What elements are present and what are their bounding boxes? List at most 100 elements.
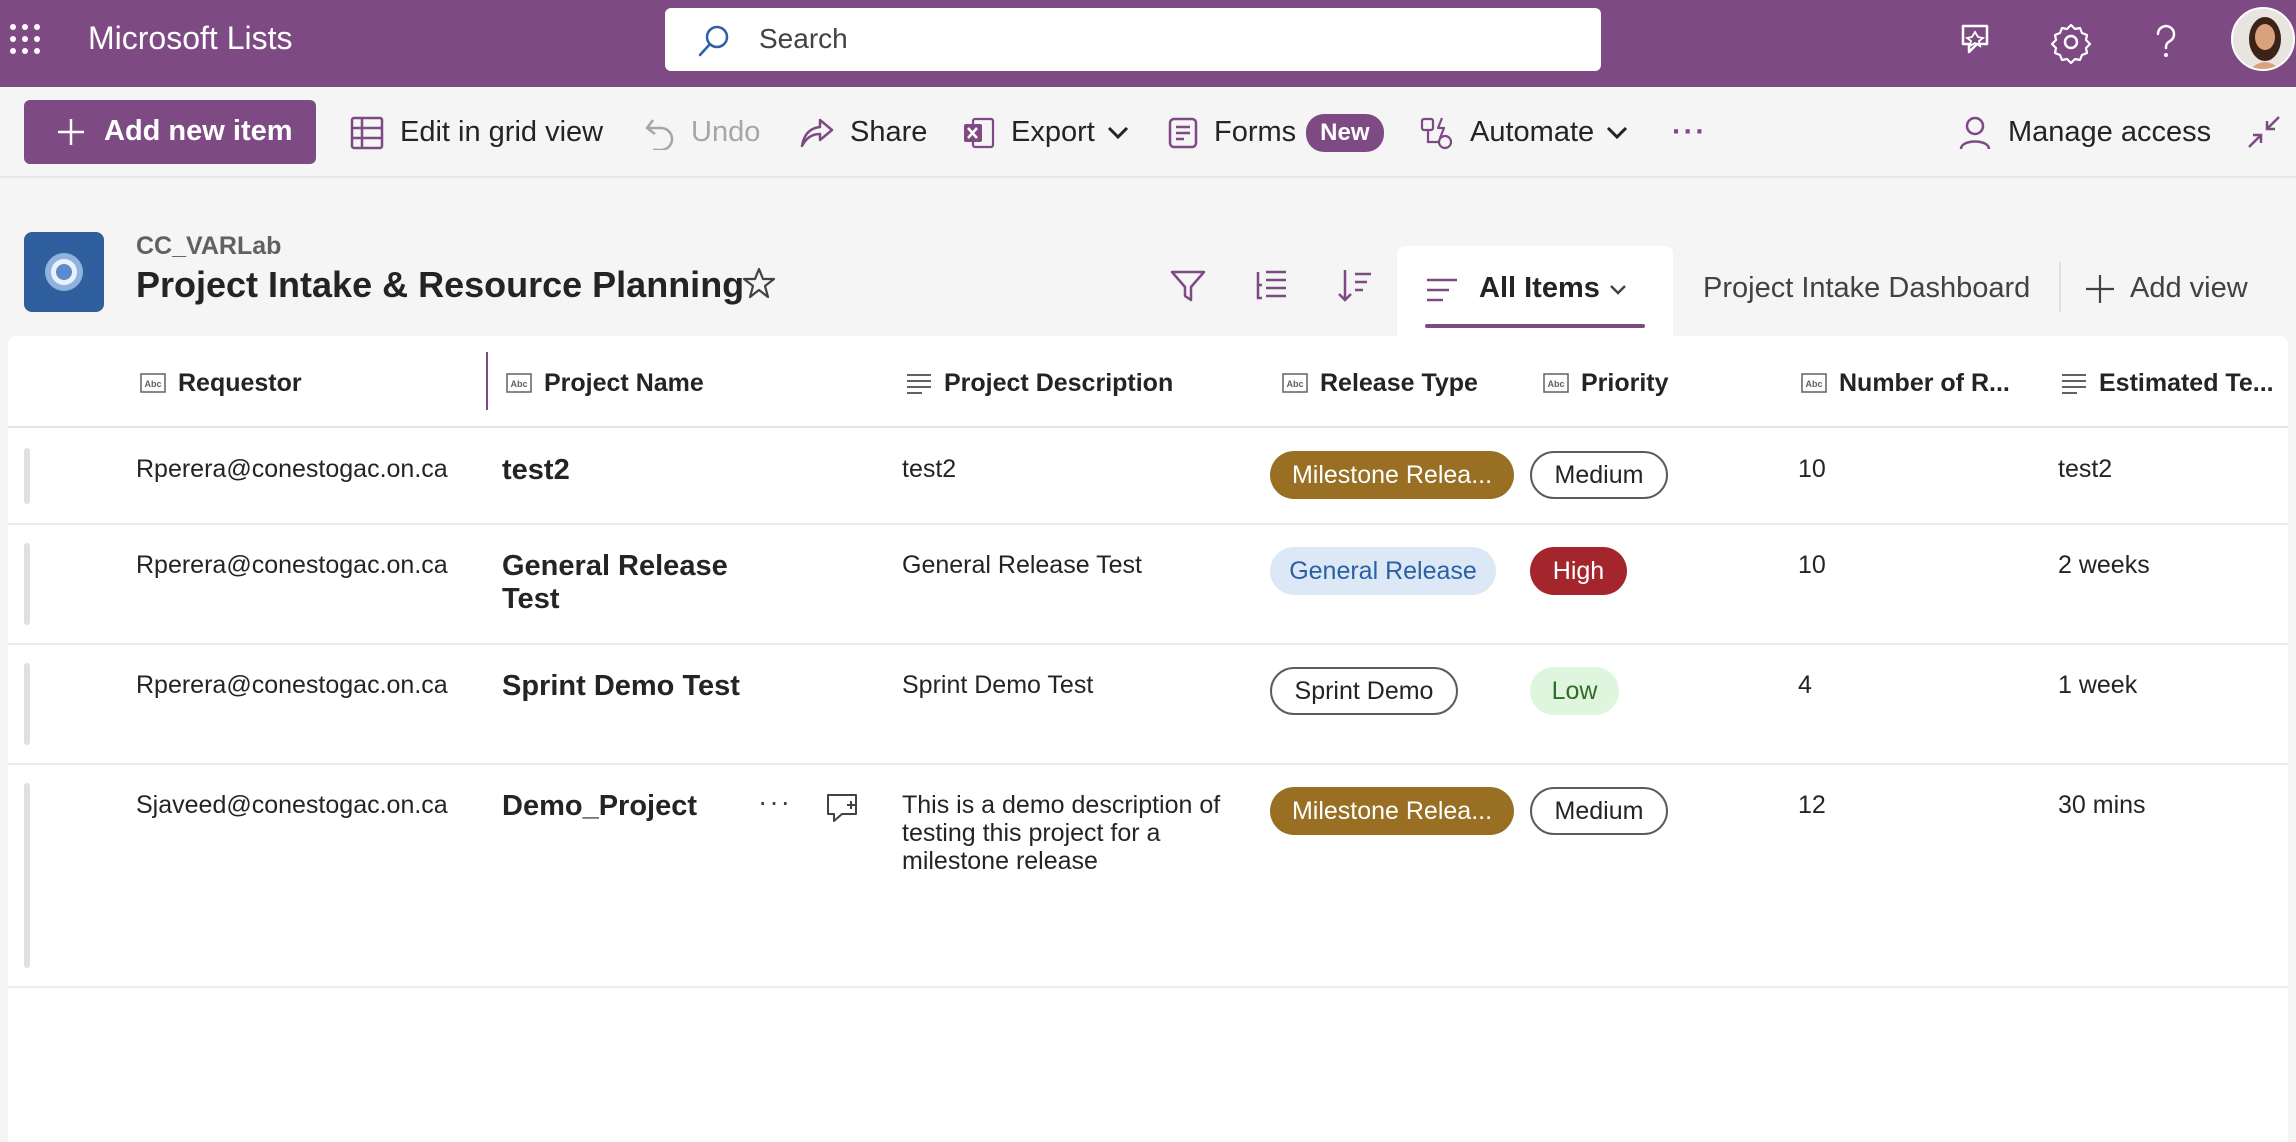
plus-icon	[2086, 274, 2114, 303]
cell-description: This is a demo description of testing th…	[902, 791, 1221, 875]
search-box[interactable]	[665, 8, 1601, 71]
new-badge: New	[1306, 113, 1384, 152]
chevron-down-icon	[1610, 285, 1626, 295]
share-button[interactable]: Share	[800, 87, 927, 178]
chevron-down-icon	[1607, 126, 1628, 139]
feedback-icon[interactable]	[1955, 20, 1999, 64]
cell-estimated: 2 weeks	[2058, 551, 2150, 579]
column-header-number[interactable]: Abc Number of R...	[1801, 361, 2010, 405]
column-header-label: Release Type	[1320, 368, 1478, 397]
edit-grid-view-button[interactable]: Edit in grid view	[350, 87, 603, 178]
add-new-item-button[interactable]: Add new item	[24, 100, 316, 164]
row-selector[interactable]	[24, 448, 30, 504]
grid-icon	[350, 116, 384, 149]
multiline-column-icon	[2062, 374, 2086, 394]
group-by-icon[interactable]	[1254, 268, 1290, 304]
manage-access-button[interactable]: Manage access	[1958, 87, 2211, 178]
cell-requestor: Rperera@conestogac.on.ca	[136, 551, 448, 579]
row-selector[interactable]	[24, 543, 30, 625]
undo-button[interactable]: Undo	[645, 87, 760, 178]
column-header-label: Project Description	[944, 368, 1174, 397]
site-name[interactable]: CC_VARLab	[136, 232, 281, 261]
app-launcher-icon[interactable]	[8, 22, 42, 56]
undo-icon	[645, 118, 674, 150]
row-divider	[8, 643, 2288, 645]
view-tab-label: All Items	[1479, 272, 1600, 304]
sort-icon[interactable]	[1337, 268, 1373, 304]
svg-text:Abc: Abc	[144, 379, 161, 389]
cell-number: 10	[1798, 551, 1826, 579]
cell-description: test2	[902, 455, 957, 483]
settings-icon[interactable]	[2049, 20, 2093, 64]
cell-project-name[interactable]: Sprint Demo Test	[502, 670, 742, 703]
list-title: Project Intake & Resource Planning	[136, 264, 745, 305]
column-header-project-name[interactable]: Abc Project Name	[506, 361, 704, 405]
text-column-icon: Abc	[140, 373, 166, 393]
view-lines-icon	[1427, 278, 1457, 302]
priority-badge: High	[1530, 547, 1627, 595]
text-column-icon: Abc	[506, 373, 532, 393]
svg-text:Abc: Abc	[510, 379, 527, 389]
automate-button[interactable]: Automate	[1420, 87, 1628, 178]
forms-icon	[1168, 117, 1198, 148]
filter-icon[interactable]	[1170, 268, 1206, 304]
cell-estimated: 30 mins	[2058, 791, 2146, 819]
view-tab-all-items[interactable]: All Items	[1397, 246, 1673, 336]
column-header-label: Number of R...	[1839, 368, 2010, 397]
forms-button[interactable]: Forms New	[1168, 87, 1384, 178]
multiline-column-icon	[907, 374, 931, 394]
suite-header: Microsoft Lists	[0, 0, 2296, 87]
search-icon	[698, 25, 729, 57]
text-column-icon: Abc	[1543, 373, 1569, 393]
excel-icon	[964, 117, 995, 148]
column-header-priority[interactable]: Abc Priority	[1543, 361, 1669, 405]
cell-number: 12	[1798, 791, 1826, 819]
help-icon[interactable]	[2144, 20, 2188, 64]
manage-access-label: Manage access	[2008, 116, 2212, 148]
add-view-label: Add view	[2130, 272, 2248, 304]
cell-estimated: 1 week	[2058, 671, 2138, 699]
add-view-button[interactable]: Add view	[2084, 272, 2248, 305]
person-icon	[1959, 116, 1991, 149]
edit-grid-view-label: Edit in grid view	[400, 116, 604, 148]
column-header-requestor[interactable]: Abc Requestor	[140, 361, 302, 405]
undo-label: Undo	[691, 116, 761, 148]
row-more-actions-button[interactable]: ···	[758, 788, 792, 816]
collapse-icon[interactable]	[2247, 115, 2281, 149]
column-header-release-type[interactable]: Abc Release Type	[1282, 361, 1478, 405]
column-header-label: Estimated Te...	[2099, 368, 2274, 397]
text-column-icon: Abc	[1801, 373, 1827, 393]
star-icon[interactable]	[742, 266, 776, 300]
view-tab-project-intake-dashboard[interactable]: Project Intake Dashboard	[1703, 272, 2030, 305]
add-new-item-label: Add new item	[104, 115, 293, 147]
cell-number: 10	[1798, 455, 1826, 483]
priority-badge: Medium	[1530, 787, 1668, 835]
automate-label: Automate	[1470, 116, 1595, 148]
avatar[interactable]	[2231, 7, 2295, 71]
more-commands-button[interactable]: ···	[1672, 87, 1707, 178]
export-label: Export	[1011, 116, 1095, 148]
row-selector[interactable]	[24, 783, 30, 968]
cell-number: 4	[1798, 671, 1812, 699]
cell-project-name[interactable]: General Release Test	[502, 550, 742, 616]
app-title[interactable]: Microsoft Lists	[88, 20, 292, 57]
cell-requestor: Sjaveed@conestogac.on.ca	[136, 791, 448, 819]
search-input[interactable]	[759, 18, 1559, 60]
comment-icon[interactable]	[826, 792, 860, 824]
cell-project-name[interactable]: Demo_Project	[502, 790, 742, 823]
view-separator	[2059, 262, 2061, 312]
column-resize-handle[interactable]	[486, 352, 488, 410]
svg-text:Abc: Abc	[1286, 379, 1303, 389]
list-app-icon	[24, 232, 104, 312]
release-type-badge: Sprint Demo	[1270, 667, 1458, 715]
cell-requestor: Rperera@conestogac.on.ca	[136, 455, 448, 483]
export-button[interactable]: Export	[963, 87, 1129, 178]
priority-badge: Low	[1530, 667, 1619, 715]
cell-description: General Release Test	[902, 551, 1142, 579]
column-header-project-description[interactable]: Project Description	[906, 361, 1173, 405]
cell-project-name[interactable]: test2	[502, 454, 742, 487]
row-selector[interactable]	[24, 663, 30, 745]
forms-label: Forms	[1214, 116, 1297, 148]
column-header-label: Requestor	[178, 368, 302, 397]
column-header-estimated[interactable]: Estimated Te...	[2061, 361, 2274, 405]
